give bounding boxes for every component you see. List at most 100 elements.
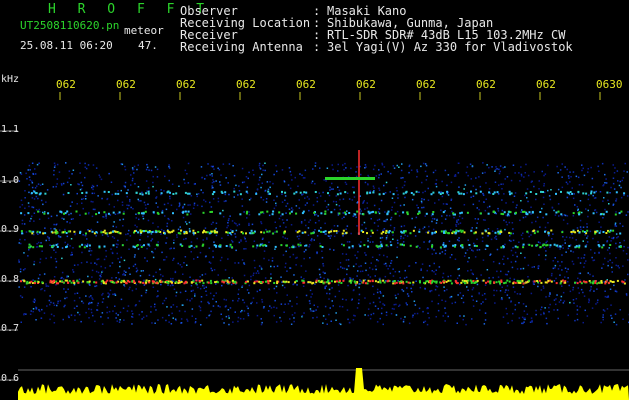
noise-dot xyxy=(71,173,73,175)
noise-dot xyxy=(257,270,259,272)
noise-dot xyxy=(358,293,361,296)
noise-dot xyxy=(184,169,187,172)
noise-dot xyxy=(622,250,625,252)
noise-dot xyxy=(152,222,154,224)
noise-dot xyxy=(122,307,125,309)
noise-dot xyxy=(213,269,216,271)
noise-dot xyxy=(421,263,424,265)
band-dot xyxy=(322,282,325,285)
noise-dot xyxy=(484,293,486,295)
noise-dot xyxy=(373,204,376,207)
band-dot xyxy=(131,280,134,283)
noise-dot xyxy=(588,299,590,302)
noise-dot xyxy=(431,270,433,272)
noise-dot xyxy=(408,322,411,325)
noise-dot xyxy=(346,210,348,212)
noise-dot xyxy=(444,300,447,303)
noise-dot xyxy=(421,198,423,200)
noise-dot xyxy=(291,179,293,181)
noise-dot xyxy=(367,314,370,317)
noise-dot xyxy=(191,315,193,317)
noise-dot xyxy=(246,305,248,308)
noise-dot xyxy=(466,249,469,251)
band-dot xyxy=(538,279,541,282)
band-dot xyxy=(280,244,283,247)
noise-dot xyxy=(378,212,381,215)
noise-dot xyxy=(37,183,40,185)
band-dot xyxy=(345,231,348,234)
noise-dot xyxy=(343,168,345,171)
noise-dot xyxy=(165,256,168,258)
noise-dot xyxy=(502,316,505,318)
noise-dot xyxy=(142,270,144,272)
noise-dot xyxy=(46,305,48,307)
noise-dot xyxy=(414,304,417,306)
noise-dot xyxy=(446,184,448,187)
noise-dot xyxy=(506,223,508,226)
noise-dot xyxy=(595,190,597,193)
band-dot xyxy=(64,230,66,233)
noise-dot xyxy=(224,306,227,308)
band-dot xyxy=(293,192,296,195)
band-dot xyxy=(21,232,24,235)
noise-dot xyxy=(157,319,159,321)
band-dot xyxy=(202,282,205,285)
band-dot xyxy=(444,230,447,233)
band-dot xyxy=(475,192,478,195)
noise-dot xyxy=(559,264,561,267)
band-dot xyxy=(405,190,408,193)
band-dot xyxy=(342,279,345,282)
noise-dot xyxy=(235,184,237,187)
noise-dot xyxy=(186,173,188,175)
noise-dot xyxy=(466,166,469,168)
band-dot xyxy=(142,212,145,215)
noise-dot xyxy=(250,278,252,281)
noise-dot xyxy=(535,309,537,312)
noise-dot xyxy=(424,190,426,193)
noise-dot xyxy=(593,197,596,199)
noise-dot xyxy=(622,265,624,267)
noise-dot xyxy=(374,275,376,277)
noise-dot xyxy=(78,313,81,316)
noise-dot xyxy=(426,269,428,272)
noise-dot xyxy=(478,176,480,178)
noise-dot xyxy=(610,304,612,306)
amplitude-trace xyxy=(18,368,629,400)
noise-dot xyxy=(24,207,26,209)
noise-dot xyxy=(463,204,466,206)
noise-dot xyxy=(38,218,41,220)
noise-dot xyxy=(90,262,92,264)
noise-dot xyxy=(155,189,157,192)
band-dot xyxy=(276,280,279,283)
band-dot xyxy=(342,229,345,232)
band-dot xyxy=(402,192,405,195)
noise-dot xyxy=(557,188,560,191)
noise-dot xyxy=(591,177,594,180)
band-dot xyxy=(175,280,178,283)
noise-dot xyxy=(101,234,104,236)
band-dot xyxy=(433,280,436,283)
noise-dot xyxy=(550,189,552,191)
band-dot xyxy=(585,280,588,283)
noise-dot xyxy=(390,209,393,211)
band-dot xyxy=(488,191,491,194)
noise-dot xyxy=(488,277,490,279)
noise-dot xyxy=(577,257,580,259)
noise-dot xyxy=(148,169,150,171)
noise-dot xyxy=(448,240,451,242)
noise-dot xyxy=(471,288,474,291)
band-dot xyxy=(582,192,585,195)
noise-dot xyxy=(295,205,298,207)
noise-dot xyxy=(23,223,26,225)
noise-dot xyxy=(346,309,349,311)
band-dot xyxy=(66,210,69,213)
noise-dot xyxy=(25,231,28,233)
band-dot xyxy=(91,230,94,233)
noise-dot xyxy=(626,294,628,297)
noise-dot xyxy=(126,310,129,312)
noise-dot xyxy=(446,288,448,291)
noise-dot xyxy=(428,265,431,267)
noise-dot xyxy=(486,269,489,271)
noise-dot xyxy=(559,169,562,171)
noise-dot xyxy=(494,237,496,239)
